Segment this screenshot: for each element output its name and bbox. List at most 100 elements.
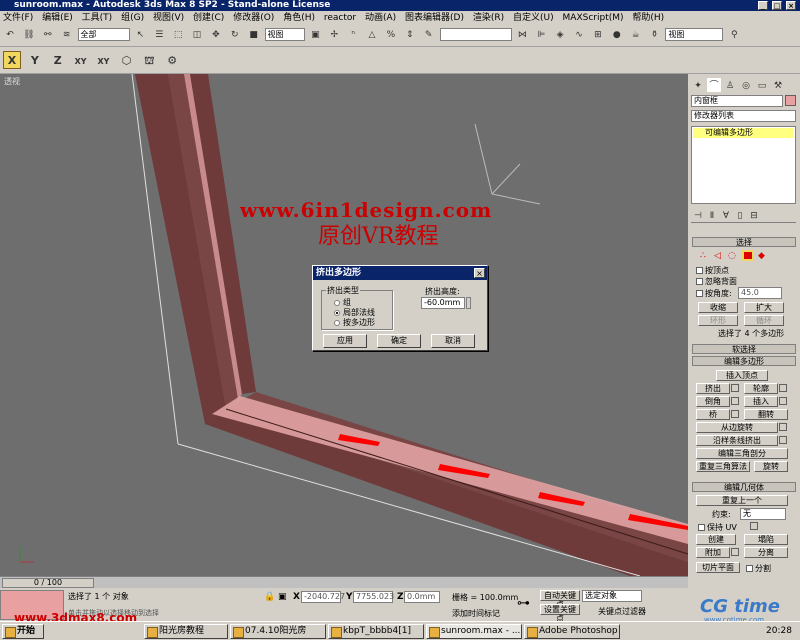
edge-icon[interactable]: ◁ — [714, 251, 728, 261]
rollout-edit-polygons-header[interactable]: 编辑多边形 — [692, 356, 796, 366]
menu-modifiers[interactable]: 修改器(O) — [230, 11, 277, 25]
modifier-list-dropdown[interactable]: 修改器列表 — [691, 110, 796, 122]
ref-coord-dropdown[interactable]: 视图 — [264, 28, 305, 41]
hinge-from-edge-button[interactable]: 从边旋转 — [696, 422, 778, 433]
grow-button[interactable]: 扩大 — [744, 302, 784, 313]
rollout-selection-header[interactable]: 选择 — [692, 237, 796, 247]
loop-button[interactable]: 循环 — [744, 315, 784, 326]
mirror-icon[interactable]: ⋈ — [515, 27, 529, 41]
render-last-icon[interactable]: ⚲ — [727, 27, 741, 41]
render-scene-icon[interactable]: ☕ — [629, 27, 643, 41]
start-button[interactable]: 开始 — [2, 624, 44, 639]
set-key-button[interactable]: 设置关键点 — [540, 604, 580, 623]
pin-stack-icon[interactable]: ⊣ — [692, 208, 704, 222]
add-time-tag[interactable]: 添加时间标记 — [452, 608, 500, 619]
ring-button[interactable]: 环形 — [698, 315, 738, 326]
minimize-button[interactable]: _ — [758, 1, 768, 10]
absolute-mode-icon[interactable]: ▣ — [278, 592, 287, 602]
menu-group[interactable]: 组(G) — [118, 11, 147, 25]
snap-3d-icon[interactable]: ⁿ — [346, 27, 360, 41]
axis-xy-cycle-button[interactable]: XY — [95, 52, 113, 70]
remove-modifier-icon[interactable]: ▯ — [734, 208, 746, 222]
axis-y-button[interactable]: Y — [26, 51, 44, 69]
y-coord-field[interactable]: 7755.023 — [353, 591, 394, 603]
menu-maxscript[interactable]: MAXScript(M) — [560, 11, 627, 25]
menu-tools[interactable]: 工具(T) — [79, 11, 116, 25]
object-name-field[interactable]: 内窗框 — [691, 95, 783, 107]
attach-list-icon[interactable] — [731, 548, 739, 556]
show-end-result-icon[interactable]: Ⅱ — [706, 208, 718, 222]
quick-render-icon[interactable]: ⚱ — [648, 27, 662, 41]
polygon-icon[interactable] — [742, 250, 754, 261]
extrude-along-spline-button[interactable]: 沿样条线挤出 — [696, 435, 778, 446]
select-object-icon[interactable]: ↖ — [133, 27, 147, 41]
extrusion-height-field[interactable]: -60.0mm — [421, 297, 465, 309]
ok-button[interactable]: 确定 — [377, 334, 421, 348]
split-checkbox[interactable]: 分割 — [746, 563, 771, 574]
unlink-icon[interactable]: ⚯ — [41, 27, 55, 41]
maximize-button[interactable]: □ — [772, 1, 782, 10]
menu-views[interactable]: 视图(V) — [150, 11, 187, 25]
display-tab-icon[interactable]: ▭ — [755, 78, 769, 92]
by-angle-checkbox[interactable]: 按角度: — [696, 288, 732, 299]
turn-button[interactable]: 旋转 — [754, 461, 788, 472]
time-slider[interactable]: 0 / 100 — [0, 576, 688, 588]
axis-z-button[interactable]: Z — [49, 51, 67, 69]
render-view-dropdown[interactable]: 视图 — [665, 28, 724, 41]
select-link-icon[interactable]: ⛓ — [22, 27, 36, 41]
taskbar-item-5[interactable]: Adobe Photoshop — [524, 624, 620, 639]
taskbar-item-4[interactable]: sunroom.max - ... — [426, 624, 522, 639]
axis-xy-button[interactable]: XY — [72, 52, 90, 70]
rollout-soft-selection-header[interactable]: 软选择 — [692, 344, 796, 354]
menu-help[interactable]: 帮助(H) — [629, 11, 667, 25]
undo-icon[interactable]: ↶ — [3, 27, 17, 41]
element-icon[interactable]: ◆ — [758, 251, 765, 261]
taskbar-item-1[interactable]: 阳光房教程 — [144, 624, 228, 639]
vertex-icon[interactable]: ∴ — [700, 251, 714, 261]
make-unique-icon[interactable]: ∀ — [720, 208, 732, 222]
preserve-uvs-settings-icon[interactable] — [750, 522, 758, 530]
key-filters-button[interactable]: 关键点过滤器 — [598, 606, 646, 617]
inset-button[interactable]: 插入 — [744, 396, 778, 407]
insert-vertex-button[interactable]: 插入顶点 — [716, 370, 768, 381]
bevel-button[interactable]: 倒角 — [696, 396, 730, 407]
percent-snap-icon[interactable]: % — [384, 27, 398, 41]
repeat-last-button[interactable]: 重复上一个 — [696, 495, 788, 506]
schematic-view-icon[interactable]: ⊞ — [591, 27, 605, 41]
curve-editor-icon[interactable]: ∿ — [572, 27, 586, 41]
time-slider-thumb[interactable]: 0 / 100 — [2, 578, 94, 588]
motion-tab-icon[interactable]: ◎ — [739, 78, 753, 92]
preserve-uvs-checkbox[interactable]: 保持 UV — [698, 522, 737, 533]
menu-reactor[interactable]: reactor — [321, 11, 359, 25]
named-selection-dropdown[interactable] — [439, 28, 512, 41]
attach-button[interactable]: 附加 — [696, 547, 730, 558]
border-icon[interactable]: ◌ — [728, 251, 742, 261]
key-icon[interactable]: ⊶ — [517, 596, 530, 611]
rollout-edit-geometry-header[interactable]: 编辑几何体 — [692, 482, 796, 492]
menu-file[interactable]: 文件(F) — [0, 11, 36, 25]
pivot-icon[interactable]: ▣ — [308, 27, 322, 41]
object-color-swatch[interactable] — [785, 95, 796, 106]
select-by-name-icon[interactable]: ☰ — [152, 27, 166, 41]
render-frame-icon[interactable]: ⛫ — [140, 51, 158, 69]
outline-settings-icon[interactable] — [779, 384, 787, 392]
manipulate-icon[interactable]: ✢ — [327, 27, 341, 41]
bind-spacewarp-icon[interactable]: ≋ — [60, 27, 74, 41]
flip-button[interactable]: 翻转 — [744, 409, 788, 420]
slice-plane-button[interactable]: 切片平面 — [696, 562, 740, 573]
menu-character[interactable]: 角色(H) — [280, 11, 318, 25]
extrusion-height-spinner[interactable] — [466, 297, 471, 309]
edit-triangulation-button[interactable]: 编辑三角剖分 — [696, 448, 788, 459]
detach-button[interactable]: 分离 — [744, 547, 788, 558]
key-filter-dropdown[interactable]: 选定对象 — [582, 590, 642, 602]
extrude-settings-icon[interactable] — [731, 384, 739, 392]
collapse-button[interactable]: 塌陷 — [744, 534, 788, 545]
snap-toggle-icon[interactable]: ⬡ — [117, 51, 135, 69]
configure-sets-icon[interactable]: ⊟ — [748, 208, 760, 222]
by-vertex-checkbox[interactable]: 按顶点 — [696, 265, 729, 276]
menu-create[interactable]: 创建(C) — [190, 11, 227, 25]
create-tab-icon[interactable]: ✦ — [691, 78, 705, 92]
modify-tab-icon[interactable]: ⌒ — [707, 78, 721, 92]
select-move-icon[interactable]: ✥ — [209, 27, 223, 41]
menu-customize[interactable]: 自定义(U) — [510, 11, 557, 25]
